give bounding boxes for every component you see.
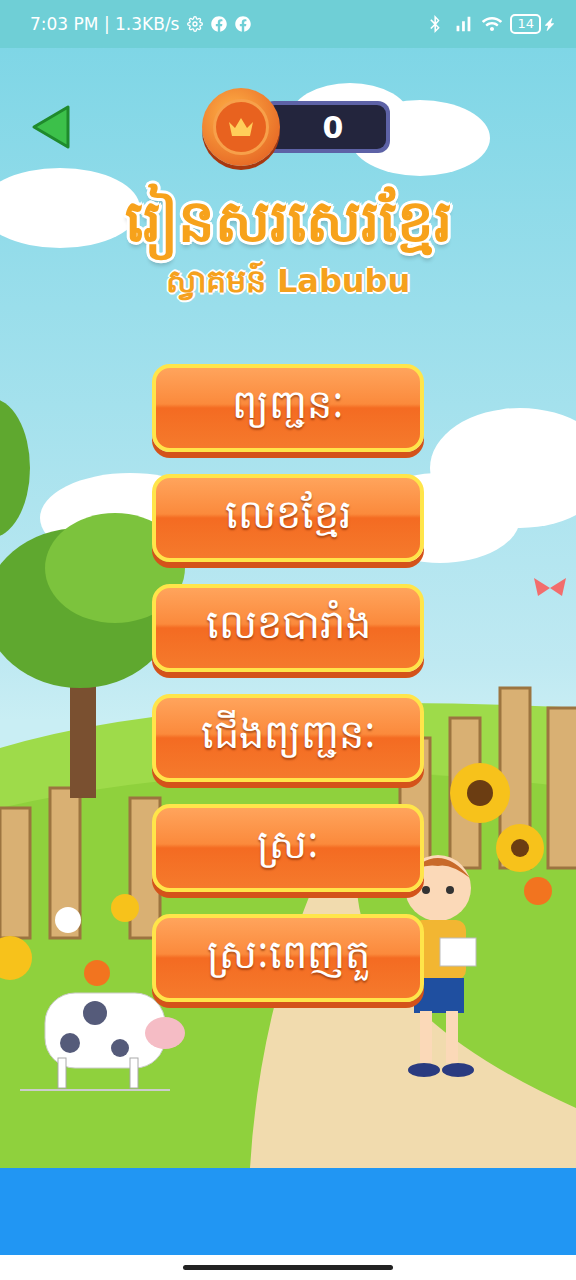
- status-bar: 7:03 PM | 1.3KB/s 14: [0, 0, 576, 48]
- bluetooth-icon: [426, 15, 444, 33]
- menu-button[interactable]: លេខបារាំង: [152, 584, 424, 672]
- charging-icon: [543, 18, 556, 31]
- menu-button[interactable]: លេខខ្មែរ: [152, 474, 424, 562]
- menu-button[interactable]: ស្រៈពេញតួ: [152, 914, 424, 1002]
- navigation-bar: [0, 1255, 576, 1280]
- battery: 14: [510, 14, 556, 34]
- game-menu: 0 រៀនសរសេរខ្មែរស្វាគមន៍ Labubu ព្យញ្ជនៈលេខ…: [0, 48, 576, 1168]
- back-button[interactable]: [28, 103, 72, 151]
- bottom-bar: [0, 1168, 576, 1255]
- menu-list: ព្យញ្ជនៈលេខខ្មែរលេខបារាំងជើងព្យញ្ជនៈស្រៈ…: [152, 364, 424, 1002]
- score-display: 0: [202, 88, 390, 166]
- facebook-icon: [211, 16, 227, 32]
- coin-icon: [202, 88, 280, 166]
- score-value: 0: [266, 105, 386, 149]
- settings-icon: [187, 16, 203, 32]
- signal-icon: [452, 13, 474, 35]
- score-pill: 0: [262, 101, 390, 153]
- menu-button[interactable]: ព្យញ្ជនៈ: [152, 364, 424, 452]
- crown-icon: [227, 116, 255, 138]
- menu-button[interactable]: ស្រៈ: [152, 804, 424, 892]
- welcome-subtitle: ស្វាគមន៍ Labubu: [166, 261, 411, 308]
- facebook-icon: [235, 16, 251, 32]
- menu-button[interactable]: ជើងព្យញ្ជនៈ: [152, 694, 424, 782]
- cow: [20, 993, 185, 1090]
- wifi-icon: [482, 14, 502, 34]
- home-indicator[interactable]: [183, 1265, 393, 1270]
- game-title: រៀនសរសេរខ្មែរ: [125, 184, 452, 259]
- status-time: 7:03 PM | 1.3KB/s: [30, 14, 179, 34]
- screen: 7:03 PM | 1.3KB/s 14 0 រៀនសរសេរខ្មែរស្វាគមន…: [0, 0, 576, 1280]
